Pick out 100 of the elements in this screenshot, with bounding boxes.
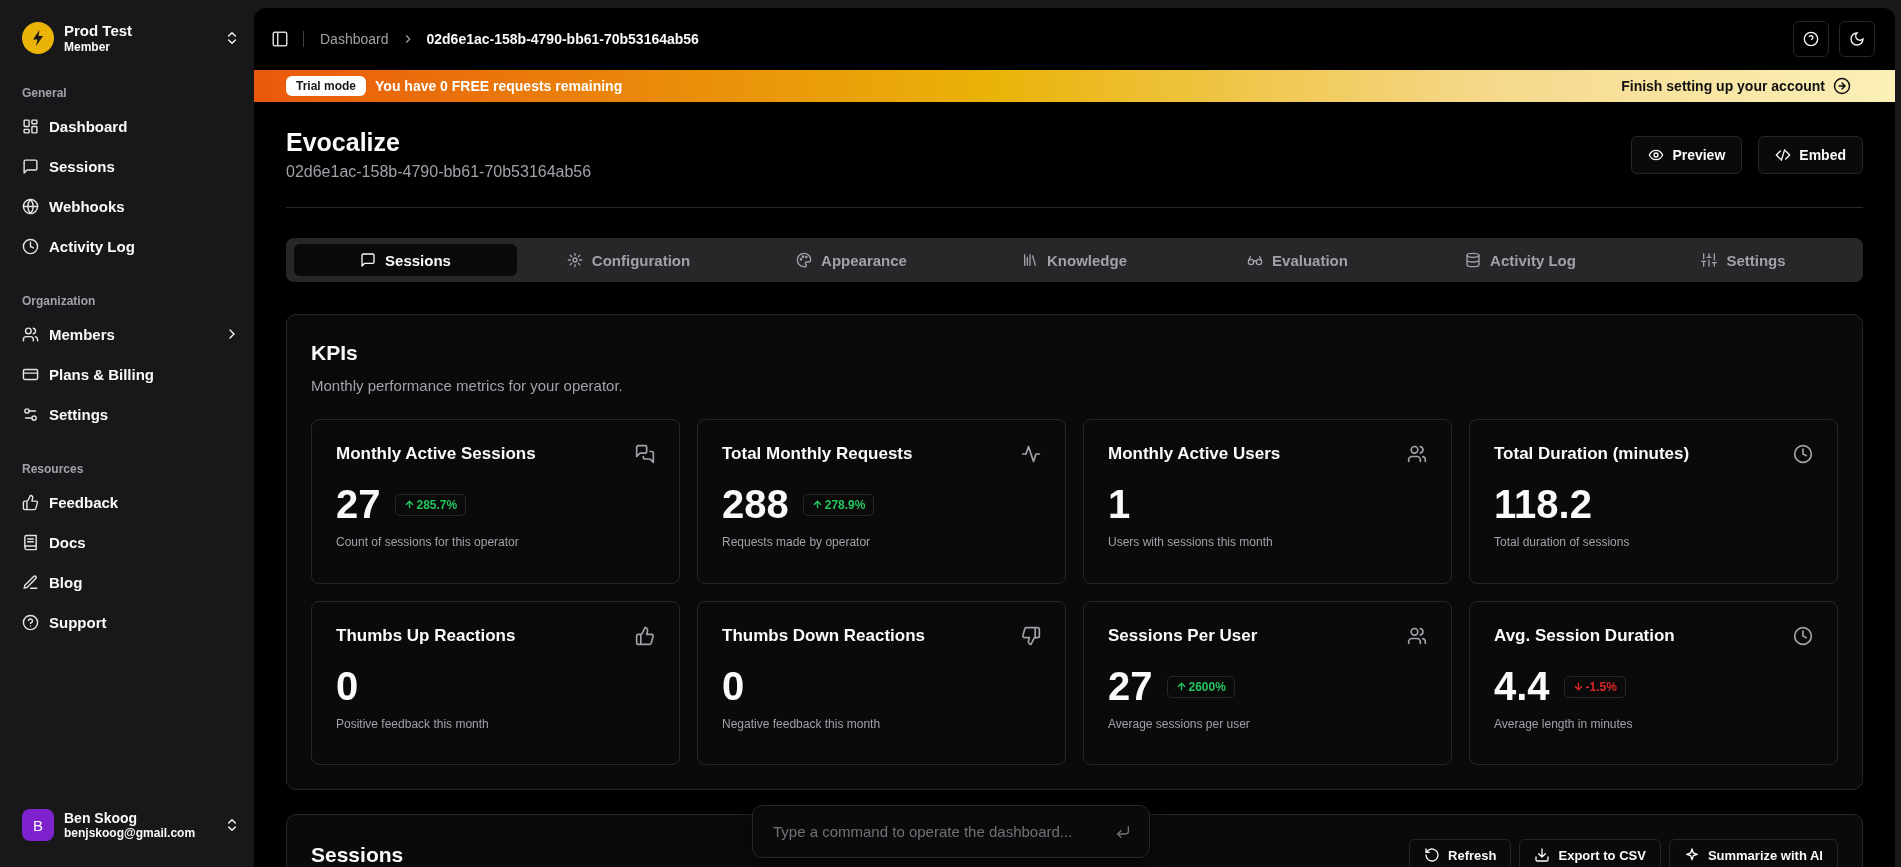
refresh-button[interactable]: Refresh	[1409, 839, 1512, 867]
help-button[interactable]	[1793, 21, 1829, 57]
sliders-icon	[1701, 252, 1718, 268]
user-name: Ben Skoog	[64, 810, 139, 826]
nav-item[interactable]: Webhooks	[22, 186, 240, 226]
kpi-description: Count of sessions for this operator	[336, 535, 520, 549]
user-email: benjskoog@gmail.com	[64, 826, 197, 840]
kpi-value: 1	[1108, 482, 1131, 527]
grid-icon	[22, 117, 39, 135]
banner-message: You have 0 FREE requests remaining	[375, 78, 623, 94]
help-icon	[22, 613, 39, 631]
kpi-description: Requests made by operator	[722, 535, 872, 549]
trend-badge: 285.7%	[394, 493, 467, 516]
workspace-role: Member	[64, 40, 111, 54]
command-field[interactable]: Type a command to operate the dashboard...	[752, 805, 1150, 858]
section-title: Sessions	[311, 843, 404, 867]
book-icon	[22, 533, 39, 551]
nav-item[interactable]: Members	[22, 314, 240, 354]
section-title: KPIs	[311, 341, 359, 365]
kpi-title: Avg. Session Duration	[1494, 626, 1675, 646]
nav-item[interactable]: Settings	[22, 394, 240, 434]
tab[interactable]: Settings	[1632, 244, 1855, 276]
kpi-title: Monthly Active Sessions	[336, 444, 536, 464]
breadcrumb-current: 02d6e1ac-158b-4790-bb61-70b53164ab56	[426, 31, 699, 47]
kpi-title: Monthly Active Users	[1108, 444, 1281, 464]
speech-bubbles-icon	[635, 444, 655, 464]
theme-toggle-button[interactable]	[1839, 21, 1875, 57]
command-input[interactable]: Type a command to operate the dashboard...	[771, 822, 1105, 841]
trial-badge: Trial mode	[286, 76, 367, 96]
users-icon	[22, 325, 39, 343]
sparkle-icon	[1683, 847, 1700, 863]
nav-item[interactable]: Docs	[22, 522, 240, 562]
kpi-value: 0	[722, 664, 745, 709]
nav-item[interactable]: Blog	[22, 562, 240, 602]
code-icon	[1775, 146, 1792, 163]
arrow-up-icon	[1175, 681, 1187, 692]
download-icon	[1534, 847, 1551, 863]
kpi-value: 288	[722, 482, 789, 527]
speech-bubble-icon	[360, 252, 377, 268]
clock-icon	[1793, 626, 1813, 646]
embed-button[interactable]: Embed	[1758, 135, 1863, 174]
workspace-name: Prod Test	[64, 22, 134, 39]
refresh-icon	[1424, 847, 1441, 863]
setup-account-link[interactable]: Finish setting up your account	[1621, 77, 1851, 95]
arrow-up-icon	[403, 499, 415, 510]
thumbs-down-icon	[1021, 626, 1041, 646]
tab[interactable]: Sessions	[294, 244, 517, 276]
kpi-description: Users with sessions this month	[1108, 535, 1274, 549]
tab[interactable]: Evaluation	[1186, 244, 1409, 276]
clock-icon	[22, 237, 39, 255]
moon-icon	[1849, 31, 1865, 47]
section-subtitle: Monthly performance metrics for your operator.	[311, 377, 624, 394]
globe-icon	[22, 197, 39, 215]
arrow-up-icon	[811, 499, 823, 510]
kpi-description: Positive feedback this month	[336, 717, 490, 731]
preview-button[interactable]: Preview	[1631, 135, 1743, 174]
arrow-right-circle-icon	[1833, 77, 1851, 95]
tab[interactable]: Configuration	[517, 244, 740, 276]
help-icon	[1803, 31, 1819, 47]
thumbs-up-icon	[635, 626, 655, 646]
kpi-title: Sessions Per User	[1108, 626, 1258, 646]
breadcrumb-link[interactable]: Dashboard	[320, 31, 389, 47]
kpi-title: Total Duration (minutes)	[1494, 444, 1690, 464]
kpi-description: Average length in minutes	[1494, 717, 1634, 731]
kpi-value: 118.2	[1494, 482, 1592, 527]
operator-id: 02d6e1ac-158b-4790-bb61-70b53164ab56	[286, 163, 592, 181]
kpi-value: 27	[1108, 664, 1153, 709]
nav-item[interactable]: Plans & Billing	[22, 354, 240, 394]
tab[interactable]: Appearance	[740, 244, 963, 276]
nav-item[interactable]: Support	[22, 602, 240, 642]
kpi-description: Average sessions per user	[1108, 717, 1251, 731]
database-icon	[1465, 252, 1482, 268]
pulse-icon	[1021, 444, 1041, 464]
kpi-value: 4.4	[1494, 664, 1550, 709]
export-button[interactable]: Export to CSV	[1519, 839, 1661, 867]
nav-group-label: Organization	[22, 294, 97, 308]
arrow-down-icon	[1572, 681, 1584, 692]
summarize-button[interactable]: Summarize with AI	[1668, 839, 1838, 867]
tab[interactable]: Activity Log	[1409, 244, 1632, 276]
palette-icon	[796, 252, 813, 268]
nav-item[interactable]: Dashboard	[22, 106, 240, 146]
clock-icon	[1793, 444, 1813, 464]
kpi-value: 0	[336, 664, 359, 709]
operator-name: Evocalize	[286, 128, 401, 157]
kpi-title: Total Monthly Requests	[722, 444, 913, 464]
kpi-description: Negative feedback this month	[722, 717, 882, 731]
kpi-description: Total duration of sessions	[1494, 535, 1631, 549]
users-icon	[1407, 444, 1427, 464]
nav-item[interactable]: Feedback	[22, 482, 240, 522]
nav-group-label: Resources	[22, 462, 85, 476]
trend-badge: 2600%	[1166, 675, 1235, 698]
nav-item[interactable]: Sessions	[22, 146, 240, 186]
sidebar-toggle-icon[interactable]	[271, 30, 289, 48]
nav-item[interactable]: Activity Log	[22, 226, 240, 266]
library-icon	[1022, 252, 1038, 268]
kpi-title: Thumbs Down Reactions	[722, 626, 926, 646]
users-icon	[1407, 626, 1427, 646]
lightning-logo-icon	[22, 22, 54, 54]
speech-bubble-icon	[22, 157, 39, 175]
tab[interactable]: Knowledge	[963, 244, 1186, 276]
